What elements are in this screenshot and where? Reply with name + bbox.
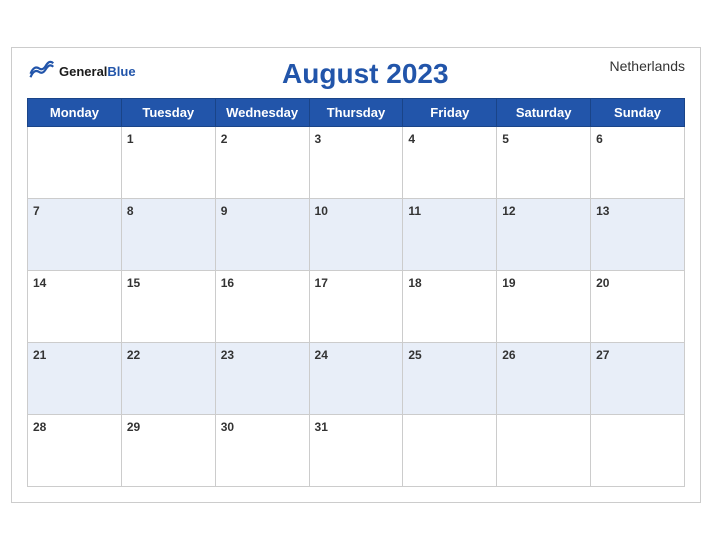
calendar-cell: 11 [403,199,497,271]
col-sunday: Sunday [591,99,685,127]
day-number: 19 [502,276,515,290]
day-number: 10 [315,204,328,218]
calendar-cell: 29 [121,415,215,487]
day-number: 15 [127,276,140,290]
day-number: 30 [221,420,234,434]
logo-text: GeneralBlue [59,64,136,80]
day-number: 17 [315,276,328,290]
calendar-cell: 6 [591,127,685,199]
month-title: August 2023 [136,58,595,90]
logo: GeneralBlue [27,58,136,86]
table-row: 21 22 23 24 25 26 27 [28,343,685,415]
calendar-cell: 26 [497,343,591,415]
day-number: 8 [127,204,134,218]
calendar-cell: 15 [121,271,215,343]
calendar-cell: 17 [309,271,403,343]
calendar: GeneralBlue August 2023 Netherlands Mond… [11,47,701,503]
col-monday: Monday [28,99,122,127]
calendar-cell [591,415,685,487]
calendar-cell: 3 [309,127,403,199]
calendar-cell: 12 [497,199,591,271]
calendar-table: Monday Tuesday Wednesday Thursday Friday… [27,98,685,487]
calendar-cell: 20 [591,271,685,343]
calendar-cell [403,415,497,487]
table-row: 7 8 9 10 11 12 13 [28,199,685,271]
calendar-cell: 22 [121,343,215,415]
col-wednesday: Wednesday [215,99,309,127]
calendar-cell: 21 [28,343,122,415]
day-number: 9 [221,204,228,218]
day-number: 11 [408,204,421,218]
logo-icon [27,58,55,86]
table-row: 28 29 30 31 [28,415,685,487]
calendar-cell: 16 [215,271,309,343]
table-row: 14 15 16 17 18 19 20 [28,271,685,343]
day-number: 3 [315,132,322,146]
day-number: 7 [33,204,40,218]
day-number: 4 [408,132,415,146]
calendar-cell: 10 [309,199,403,271]
calendar-cell: 14 [28,271,122,343]
day-number: 23 [221,348,234,362]
day-number: 12 [502,204,515,218]
logo-blue: Blue [107,64,135,79]
calendar-cell: 23 [215,343,309,415]
calendar-cell: 30 [215,415,309,487]
calendar-cell: 1 [121,127,215,199]
day-number: 18 [408,276,421,290]
calendar-body: 1234567891011121314151617181920212223242… [28,127,685,487]
day-number: 31 [315,420,328,434]
calendar-header: GeneralBlue August 2023 Netherlands [27,58,685,90]
calendar-cell: 13 [591,199,685,271]
calendar-cell: 31 [309,415,403,487]
logo-general: General [59,64,107,79]
calendar-cell: 4 [403,127,497,199]
day-number: 29 [127,420,140,434]
day-number: 6 [596,132,603,146]
day-number: 13 [596,204,609,218]
calendar-cell: 8 [121,199,215,271]
col-tuesday: Tuesday [121,99,215,127]
day-number: 24 [315,348,328,362]
day-number: 22 [127,348,140,362]
day-number: 20 [596,276,609,290]
day-number: 16 [221,276,234,290]
day-number: 28 [33,420,46,434]
calendar-cell: 19 [497,271,591,343]
day-number: 21 [33,348,46,362]
table-row: 1 2 3 4 5 6 [28,127,685,199]
calendar-cell: 7 [28,199,122,271]
weekday-header-row: Monday Tuesday Wednesday Thursday Friday… [28,99,685,127]
calendar-cell: 28 [28,415,122,487]
col-saturday: Saturday [497,99,591,127]
day-number: 26 [502,348,515,362]
col-thursday: Thursday [309,99,403,127]
country-label: Netherlands [595,58,685,74]
calendar-cell: 24 [309,343,403,415]
day-number: 5 [502,132,509,146]
day-number: 2 [221,132,228,146]
day-number: 25 [408,348,421,362]
calendar-cell: 5 [497,127,591,199]
calendar-cell [28,127,122,199]
calendar-cell: 25 [403,343,497,415]
day-number: 1 [127,132,134,146]
calendar-cell: 9 [215,199,309,271]
col-friday: Friday [403,99,497,127]
day-number: 27 [596,348,609,362]
calendar-cell: 2 [215,127,309,199]
calendar-cell: 27 [591,343,685,415]
calendar-cell [497,415,591,487]
calendar-cell: 18 [403,271,497,343]
day-number: 14 [33,276,46,290]
